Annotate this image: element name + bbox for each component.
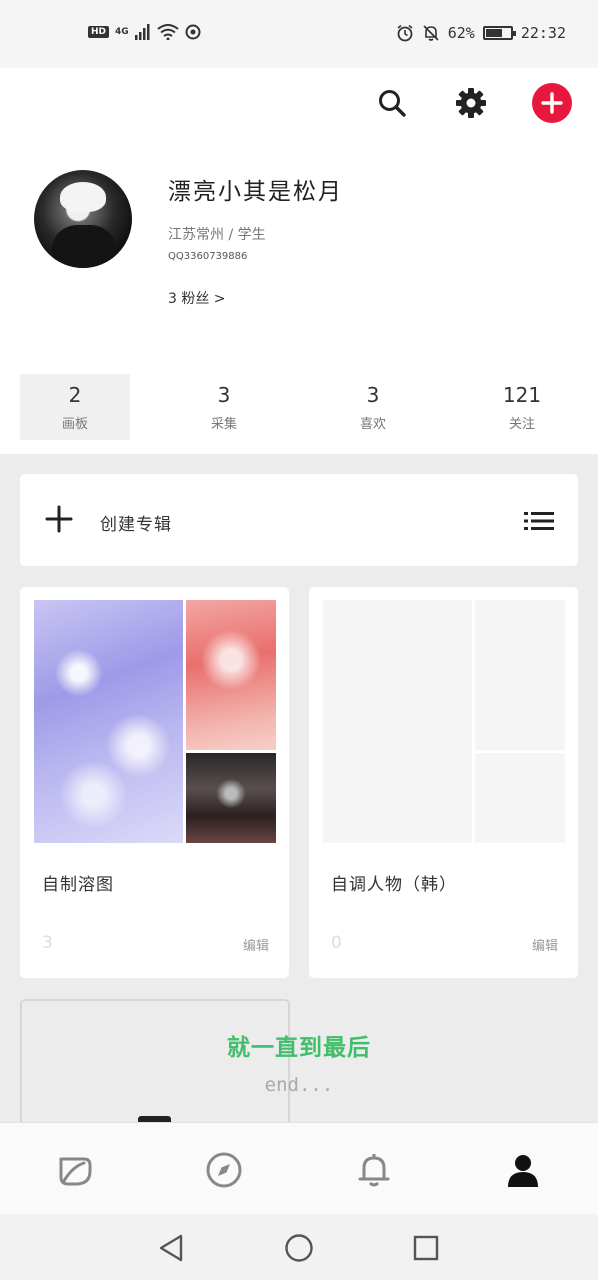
- search-button[interactable]: [369, 80, 415, 126]
- leaf-icon: [59, 1157, 92, 1186]
- stat-num: 3: [366, 382, 380, 407]
- alarm-icon: [397, 24, 413, 42]
- sync-icon: [185, 24, 201, 40]
- stat-label: 画板: [61, 416, 88, 432]
- profile-location: 江苏常州 / 学生: [168, 227, 266, 243]
- profile-qq: QQ3360739886: [168, 251, 248, 262]
- album-cover-placeholder: [475, 600, 565, 750]
- clock: 22:32: [520, 24, 566, 42]
- person-icon: [508, 1155, 538, 1187]
- gear-icon: [456, 88, 486, 118]
- battery-percent: 62%: [447, 24, 475, 42]
- nav-recents-button[interactable]: [408, 1230, 444, 1266]
- album-cover-placeholder: [323, 600, 472, 843]
- create-album-label: 创建专辑: [100, 515, 172, 535]
- stat-label: 喜欢: [359, 416, 386, 432]
- battery-icon: [482, 26, 516, 40]
- list-view-icon[interactable]: [524, 512, 554, 530]
- bell-icon: [358, 1154, 390, 1187]
- nav-home-button[interactable]: [281, 1230, 317, 1266]
- compass-icon: [206, 1152, 242, 1188]
- stat-boards[interactable]: 2 画板: [20, 374, 130, 440]
- tab-discover[interactable]: [201, 1147, 247, 1193]
- search-icon: [379, 90, 406, 117]
- add-button[interactable]: [529, 80, 575, 126]
- profile-name: 漂亮小其是松月: [168, 179, 343, 205]
- stat-label: 关注: [508, 416, 535, 432]
- album-edit-button[interactable]: 编辑: [532, 935, 558, 954]
- overlay-subcaption: end...: [264, 1074, 334, 1096]
- bottom-tab-bar: [0, 1122, 598, 1214]
- avatar[interactable]: [34, 170, 132, 268]
- status-bar: HD 4G 62% 22:32: [0, 0, 598, 68]
- create-album-card[interactable]: 创建专辑: [20, 474, 578, 566]
- mute-bell-icon: [423, 25, 439, 41]
- stat-label: 采集: [210, 416, 237, 432]
- status-right: 62% 22:32: [396, 24, 566, 42]
- album-title: 自制溶图: [42, 875, 114, 895]
- album-title: 自调人物（韩）: [331, 875, 457, 895]
- stats-row: 2 画板 3 采集 3 喜欢 121 关注: [20, 374, 578, 440]
- status-left: HD 4G: [88, 24, 201, 40]
- back-triangle-icon: [159, 1234, 183, 1262]
- stat-num: 2: [68, 382, 82, 407]
- album-card[interactable]: 自制溶图 3 编辑: [20, 587, 289, 978]
- album-count: 3: [42, 933, 53, 953]
- fans-link[interactable]: 3 粉丝 >: [168, 288, 226, 308]
- album-count: 0: [331, 933, 342, 953]
- home-circle-icon: [285, 1234, 313, 1262]
- tab-profile[interactable]: [500, 1147, 546, 1193]
- album-cover-placeholder: [475, 753, 565, 843]
- plus-icon: [45, 505, 73, 533]
- nav-back-button[interactable]: [153, 1230, 189, 1266]
- album-cover-image: [186, 600, 276, 750]
- album-card[interactable]: 自调人物（韩） 0 编辑: [309, 587, 578, 978]
- recents-square-icon: [413, 1235, 439, 1261]
- tab-notifications[interactable]: [351, 1147, 397, 1193]
- overlay-caption: 就一直到最后: [227, 1035, 371, 1061]
- network-label: 4G: [115, 27, 129, 37]
- stat-num: 3: [217, 382, 231, 407]
- plus-circle-icon: [532, 83, 572, 123]
- profile-header: 漂亮小其是松月 江苏常州 / 学生 QQ3360739886 3 粉丝 > 2 …: [0, 68, 598, 454]
- album-cover-image: [186, 753, 276, 843]
- album-edit-button[interactable]: 编辑: [243, 935, 269, 954]
- settings-button[interactable]: [448, 80, 494, 126]
- stat-num: 121: [502, 382, 542, 407]
- hd-badge: HD: [88, 26, 110, 38]
- stat-following[interactable]: 121 关注: [467, 374, 577, 440]
- stat-collects[interactable]: 3 采集: [169, 374, 279, 440]
- wifi-icon: [157, 24, 179, 40]
- stat-likes[interactable]: 3 喜欢: [318, 374, 428, 440]
- signal-icon: [134, 24, 150, 40]
- album-cover-image: [34, 600, 183, 843]
- tab-home[interactable]: [52, 1147, 98, 1193]
- battery-level: [485, 29, 502, 37]
- system-nav-bar: [0, 1214, 598, 1280]
